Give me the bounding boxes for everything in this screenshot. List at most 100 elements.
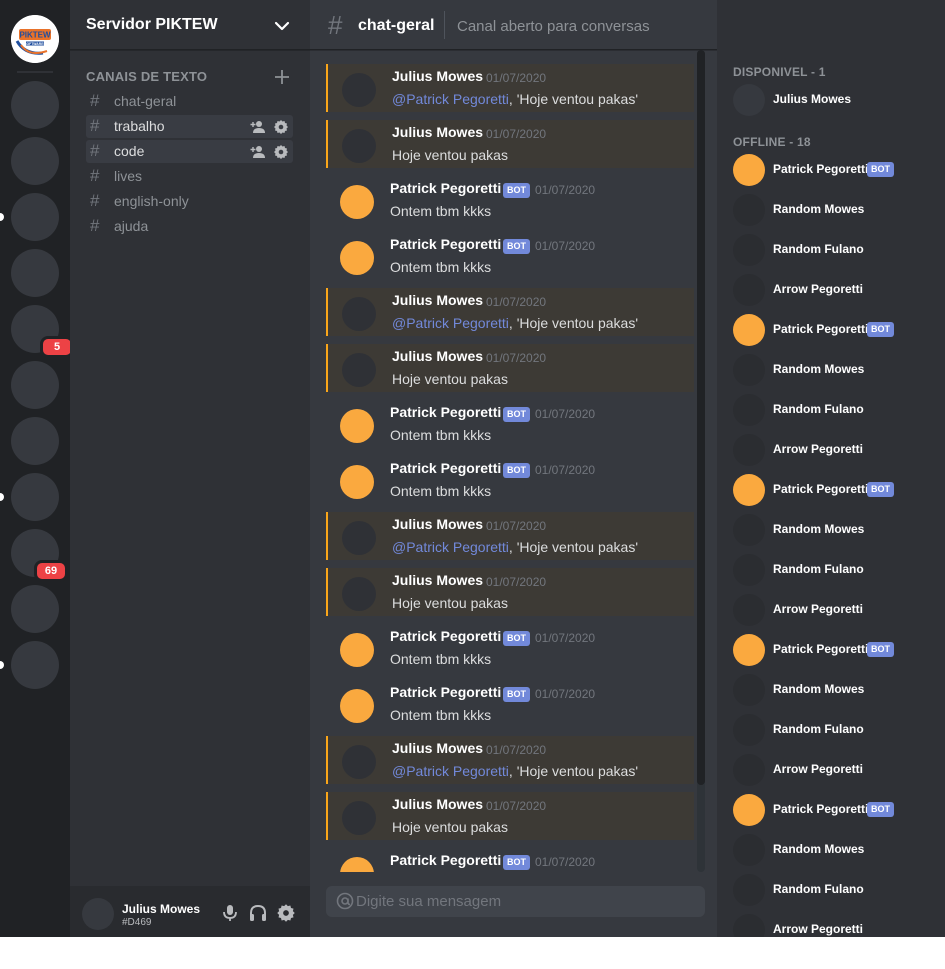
avatar[interactable]	[733, 874, 765, 906]
avatar[interactable]	[342, 521, 376, 555]
message-item[interactable]: Patrick Pegoretti BOT 01/07/2020 Ontem tbm …	[326, 456, 694, 504]
avatar[interactable]	[733, 594, 765, 626]
avatar[interactable]	[342, 297, 376, 331]
member-item[interactable]: Arrow Pegoretti	[725, 272, 937, 308]
server-icon[interactable]	[11, 249, 59, 297]
channel-item-trabalho[interactable]: # trabalho	[86, 115, 293, 138]
server-icon[interactable]	[11, 417, 59, 465]
add-channel-icon[interactable]	[273, 68, 291, 86]
message-author[interactable]: Patrick Pegoretti	[390, 404, 501, 420]
avatar[interactable]	[733, 514, 765, 546]
channel-item-english-only[interactable]: # english-only	[86, 190, 293, 213]
message-item[interactable]: Julius Mowes 01/07/2020 Hoje ventou pakas	[326, 568, 694, 616]
avatar[interactable]	[342, 577, 376, 611]
channel-item-lives[interactable]: # lives	[86, 165, 293, 188]
message-author[interactable]: Patrick Pegoretti	[390, 628, 501, 644]
member-item[interactable]: Random Mowes	[725, 672, 937, 708]
member-item[interactable]: Patrick Pegoretti BOT	[725, 632, 937, 668]
avatar[interactable]	[733, 234, 765, 266]
member-item[interactable]: Random Mowes	[725, 352, 937, 388]
chevron-down-icon[interactable]	[273, 17, 291, 35]
server-icon[interactable]	[11, 473, 59, 521]
message-author[interactable]: Patrick Pegoretti	[390, 460, 501, 476]
message-item[interactable]: Julius Mowes 01/07/2020 Hoje ventou pakas	[326, 792, 694, 840]
avatar[interactable]	[342, 129, 376, 163]
channel-item-ajuda[interactable]: # ajuda	[86, 215, 293, 238]
member-item[interactable]: Random Fulano	[725, 392, 937, 428]
member-item[interactable]: Arrow Pegoretti	[725, 592, 937, 628]
message-item[interactable]: Julius Mowes 01/07/2020 @Patrick Pegoretti…	[326, 64, 694, 112]
member-item[interactable]: Random Fulano	[725, 712, 937, 748]
message-author[interactable]: Patrick Pegoretti	[390, 180, 501, 196]
server-icon[interactable]	[11, 81, 59, 129]
avatar[interactable]	[733, 474, 765, 506]
server-icon[interactable]	[11, 137, 59, 185]
member-item[interactable]: Random Mowes	[725, 192, 937, 228]
member-item[interactable]: Arrow Pegoretti	[725, 912, 937, 937]
avatar[interactable]	[340, 409, 374, 443]
message-author[interactable]: Julius Mowes	[392, 124, 483, 140]
member-item[interactable]: Julius Mowes	[725, 82, 937, 118]
message-item[interactable]: Julius Mowes 01/07/2020 @Patrick Pegoretti…	[326, 512, 694, 560]
member-item[interactable]: Random Fulano	[725, 552, 937, 588]
server-icon[interactable]	[11, 361, 59, 409]
avatar[interactable]	[733, 714, 765, 746]
member-item[interactable]: Patrick Pegoretti BOT	[725, 792, 937, 828]
user-mention[interactable]: @Patrick Pegoretti	[392, 315, 509, 331]
message-item[interactable]: Patrick Pegoretti BOT 01/07/2020 Ontem tbm …	[326, 176, 694, 224]
headphones-icon[interactable]	[248, 903, 268, 923]
avatar[interactable]	[82, 898, 114, 930]
avatar[interactable]	[733, 554, 765, 586]
avatar[interactable]	[733, 154, 765, 186]
avatar[interactable]	[340, 185, 374, 219]
gear-icon[interactable]	[273, 144, 289, 160]
message-item[interactable]: Julius Mowes 01/07/2020 @Patrick Pegoretti…	[326, 288, 694, 336]
message-item[interactable]: Julius Mowes 01/07/2020 Hoje ventou pakas	[326, 344, 694, 392]
microphone-icon[interactable]	[220, 903, 240, 923]
member-item[interactable]: Arrow Pegoretti	[725, 752, 937, 788]
avatar[interactable]	[733, 84, 765, 116]
message-item[interactable]: Patrick Pegoretti BOT 01/07/2020 Ontem tbm …	[326, 232, 694, 280]
server-icon[interactable]	[11, 585, 59, 633]
avatar[interactable]	[733, 674, 765, 706]
avatar[interactable]	[340, 689, 374, 723]
user-mention[interactable]: @Patrick Pegoretti	[392, 539, 509, 555]
message-author[interactable]: Patrick Pegoretti	[390, 852, 501, 868]
message-item[interactable]: Patrick Pegoretti BOT 01/07/2020 Ontem tbm …	[326, 680, 694, 728]
avatar[interactable]	[733, 634, 765, 666]
message-author[interactable]: Julius Mowes	[392, 68, 483, 84]
server-icon[interactable]	[11, 641, 59, 689]
message-author[interactable]: Julius Mowes	[392, 740, 483, 756]
message-author[interactable]: Patrick Pegoretti	[390, 236, 501, 252]
message-input[interactable]	[356, 886, 696, 917]
scrollbar-thumb[interactable]	[697, 50, 705, 785]
avatar[interactable]	[733, 914, 765, 937]
avatar[interactable]	[342, 73, 376, 107]
member-item[interactable]: Arrow Pegoretti	[725, 432, 937, 468]
message-item[interactable]: Patrick Pegoretti BOT 01/07/2020 Ontem tbm …	[326, 400, 694, 448]
user-mention[interactable]: @Patrick Pegoretti	[392, 91, 509, 107]
message-author[interactable]: Julius Mowes	[392, 572, 483, 588]
invite-member-icon[interactable]	[250, 144, 266, 160]
member-item[interactable]: Random Fulano	[725, 232, 937, 268]
server-icon-piktew[interactable]: PIKTEW SOFTWARES	[11, 15, 59, 63]
avatar[interactable]	[342, 745, 376, 779]
server-header[interactable]: Servidor PIKTEW	[70, 0, 310, 50]
avatar[interactable]	[733, 314, 765, 346]
message-item[interactable]: Julius Mowes 01/07/2020 @Patrick Pegoretti…	[326, 736, 694, 784]
avatar[interactable]	[733, 394, 765, 426]
member-item[interactable]: Patrick Pegoretti BOT	[725, 152, 937, 188]
message-item[interactable]: Patrick Pegoretti BOT 01/07/2020	[326, 848, 694, 872]
avatar[interactable]	[342, 353, 376, 387]
member-item[interactable]: Random Mowes	[725, 512, 937, 548]
avatar[interactable]	[733, 274, 765, 306]
message-item[interactable]: Julius Mowes 01/07/2020 Hoje ventou pakas	[326, 120, 694, 168]
member-item[interactable]: Random Fulano	[725, 872, 937, 908]
channel-category[interactable]: CANAIS DE TEXTO	[70, 66, 310, 88]
message-author[interactable]: Julius Mowes	[392, 796, 483, 812]
member-item[interactable]: Random Mowes	[725, 832, 937, 868]
avatar[interactable]	[340, 465, 374, 499]
avatar[interactable]	[340, 857, 374, 872]
message-author[interactable]: Patrick Pegoretti	[390, 684, 501, 700]
avatar[interactable]	[340, 633, 374, 667]
